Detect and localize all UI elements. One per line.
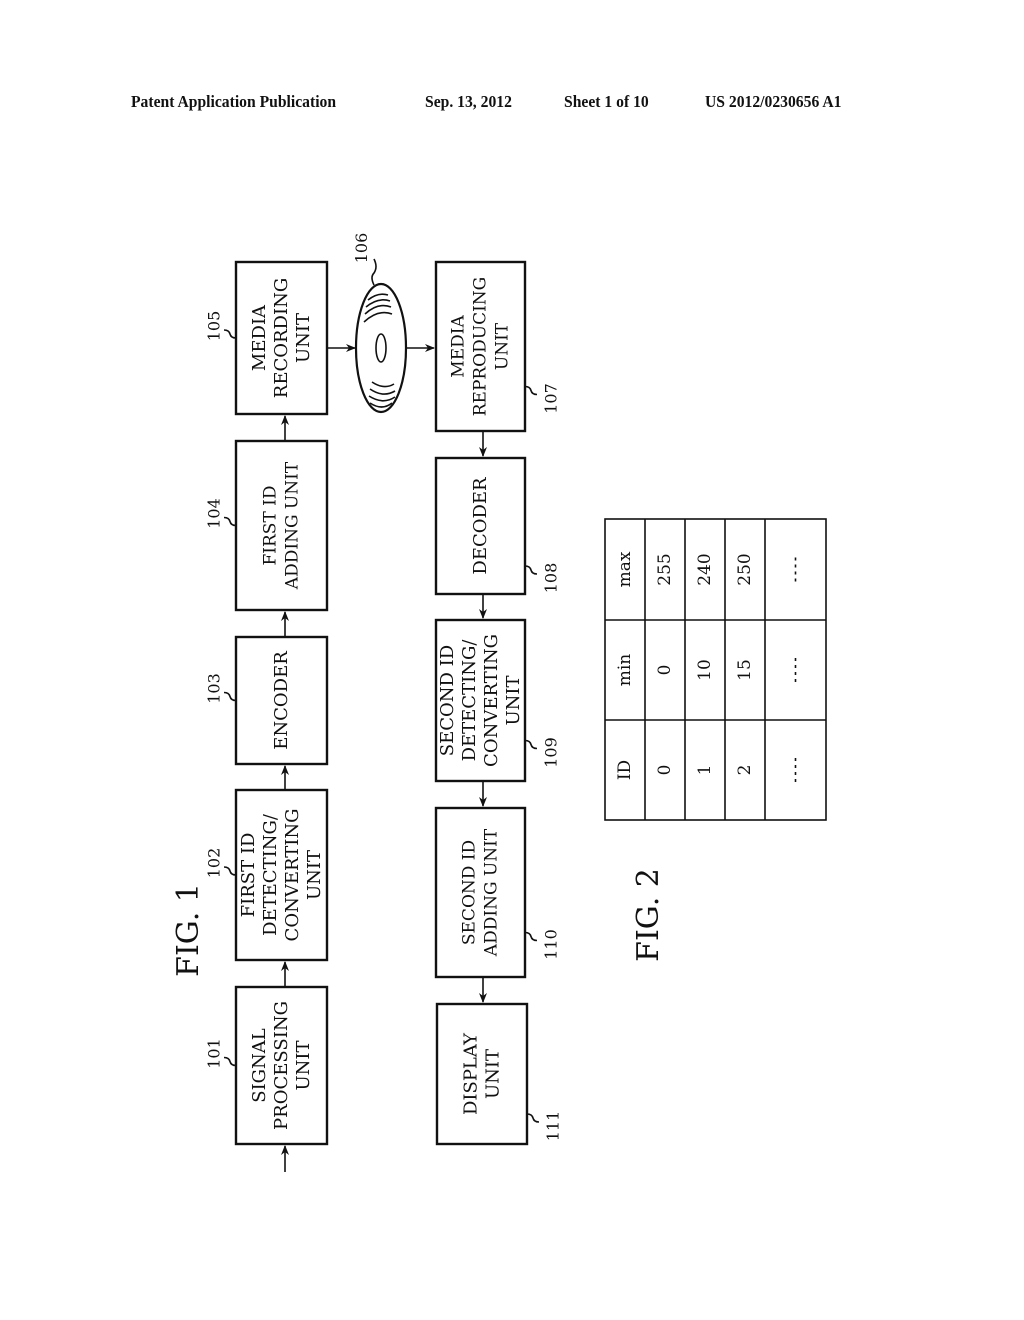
table-frame bbox=[604, 518, 827, 821]
block-label-line: ADDING UNIT bbox=[482, 828, 502, 957]
ref-leader bbox=[526, 1113, 540, 1123]
table-cell: 240 bbox=[695, 553, 715, 585]
block-107: MEDIA REPRODUCING UNIT 107 bbox=[434, 260, 561, 433]
ref-numeral: 104 bbox=[205, 498, 224, 529]
ref-leader bbox=[223, 691, 237, 702]
ref-numeral: 108 bbox=[542, 563, 561, 594]
block-label-line: SECOND ID bbox=[460, 840, 480, 945]
block-label-line: DISPLAY bbox=[461, 1032, 482, 1115]
block-label-line: ADDING UNIT bbox=[283, 461, 303, 590]
block-label-line: FIRST ID bbox=[238, 833, 259, 918]
ref-leader bbox=[524, 565, 538, 575]
block-104: FIRST ID ADDING UNIT 104 bbox=[205, 439, 329, 612]
fig2-title: FIG. 2 bbox=[631, 868, 666, 962]
block-label-line: CONVERTING bbox=[282, 809, 303, 942]
block-label-line: PROCESSING bbox=[271, 1001, 292, 1130]
block-101: SIGNAL PROCESSING UNIT 101 bbox=[205, 985, 329, 1146]
block-label-line: FIRST ID bbox=[261, 485, 281, 565]
block-frame bbox=[234, 439, 329, 612]
block-label-line: UNIT bbox=[304, 850, 325, 900]
ref-numeral: 102 bbox=[205, 848, 224, 879]
disc-ref-label: 106 bbox=[352, 233, 371, 264]
ref-leader bbox=[223, 516, 237, 527]
block-label-line: SIGNAL bbox=[249, 1028, 270, 1103]
fig2-table: ID min max 0 0 255 1 10 240 2 15 250 bbox=[604, 518, 827, 821]
ref-leader bbox=[223, 866, 237, 876]
ref-numeral: 103 bbox=[205, 673, 224, 704]
table-header-cell: ID bbox=[615, 760, 635, 780]
table-cell: 1 bbox=[695, 765, 715, 776]
ref-numeral: 109 bbox=[542, 737, 561, 768]
table-cell: 0 bbox=[655, 765, 675, 776]
ref-numeral: 101 bbox=[205, 1038, 224, 1069]
ref-leader bbox=[524, 385, 538, 396]
block-label-line: UNIT bbox=[493, 322, 513, 370]
ref-leader bbox=[223, 329, 237, 339]
table-cell: 0 bbox=[655, 665, 675, 676]
block-109: SECOND ID DETECTING/CONVERTING UNIT 109 bbox=[434, 618, 561, 783]
block-label-line: UNIT bbox=[293, 1040, 314, 1090]
table-cell: 15 bbox=[735, 659, 755, 681]
block-label-line: DETECTING/ bbox=[260, 813, 281, 936]
block-105: MEDIA RECORDING UNIT 105 bbox=[205, 260, 329, 416]
block-label-line: SECOND ID bbox=[437, 645, 458, 756]
table-cell: 255 bbox=[655, 553, 675, 585]
block-label-line: UNIT bbox=[503, 675, 524, 725]
block-111: DISPLAY UNIT 111 bbox=[435, 1002, 563, 1146]
recording-medium-disc-icon bbox=[354, 282, 408, 414]
block-label-line: DECODER bbox=[470, 477, 491, 575]
table-cell: 250 bbox=[735, 553, 755, 585]
table-header-cell: max bbox=[615, 551, 635, 587]
ref-numeral: 111 bbox=[544, 1111, 563, 1142]
ref-numeral: 110 bbox=[542, 929, 561, 960]
block-label-line: UNIT bbox=[483, 1049, 504, 1099]
table-cell: 2 bbox=[735, 765, 755, 776]
block-label-line: UNIT bbox=[293, 313, 314, 363]
block-frame bbox=[434, 806, 527, 979]
block-108: DECODER 108 bbox=[434, 456, 561, 596]
ref-numeral: 107 bbox=[542, 383, 561, 414]
block-label-line: MEDIA bbox=[449, 315, 469, 378]
block-label-line: MEDIA bbox=[249, 304, 270, 371]
disc-ref-leader bbox=[371, 258, 377, 286]
table-cell: 10 bbox=[695, 659, 715, 681]
table-header-cell: min bbox=[615, 654, 635, 687]
block-label-line: CONVERTING bbox=[481, 634, 502, 767]
block-label-line: DETECTING/ bbox=[459, 639, 480, 762]
ref-leader bbox=[223, 1056, 237, 1067]
block-103: ENCODER 103 bbox=[205, 635, 329, 766]
block-label-line: RECORDING bbox=[271, 278, 292, 398]
fig1-title: FIG. 1 bbox=[171, 883, 206, 977]
block-102: FIRST ID DETECTING/CONVERTING UNIT 102 bbox=[205, 788, 329, 962]
ref-numeral: 105 bbox=[205, 311, 224, 342]
block-110: SECOND ID ADDING UNIT 110 bbox=[434, 806, 561, 979]
ref-leader bbox=[524, 931, 538, 942]
block-label-line: ENCODER bbox=[271, 651, 292, 750]
patent-figures: FIG. 1 SIGNAL PROCESSING UNIT101FIRST ID DE… bbox=[171, 233, 827, 1172]
block-label-line: REPRODUCING bbox=[471, 277, 491, 417]
ref-leader bbox=[524, 739, 538, 750]
